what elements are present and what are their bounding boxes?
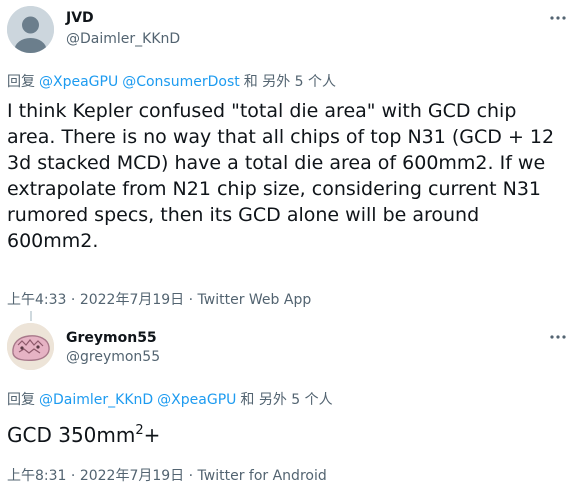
meta-separator: · <box>188 292 194 308</box>
tweet-time[interactable]: 上午8:31 <box>7 468 66 484</box>
meta-separator: · <box>188 468 194 484</box>
reply-prefix: 回复 <box>7 74 35 90</box>
more-horizontal-icon <box>550 335 566 339</box>
tweet-1: JVD @Daimler_KKnD 回复 @XpeaGPU @ConsumerDos… <box>0 0 576 321</box>
tweet-meta: 上午4:33 · 2022年7月19日 · Twitter Web App <box>7 289 311 309</box>
tweet-source[interactable]: Twitter for Android <box>198 468 327 484</box>
tweet-2: Greymon55 @greymon55 回复 @Daimler_KKnD @Xpe… <box>0 318 576 490</box>
tweet-text: GCD 350mm2+ <box>7 422 569 448</box>
reply-prefix: 回复 <box>7 392 35 408</box>
mention-link[interactable]: @Daimler_KKnD <box>39 392 153 408</box>
more-horizontal-icon <box>550 16 566 20</box>
author-name[interactable]: Greymon55 <box>66 330 157 346</box>
tweet-date[interactable]: 2022年7月19日 <box>80 292 184 308</box>
tweet-text-main: GCD 350mm <box>7 423 136 447</box>
reply-others[interactable]: 和 另外 5 个人 <box>240 392 332 408</box>
tweet-text: I think Kepler confused "total die area"… <box>7 100 555 252</box>
default-avatar-icon <box>7 6 54 53</box>
tweet-time[interactable]: 上午4:33 <box>7 292 66 308</box>
more-options-button[interactable] <box>548 8 568 28</box>
tweet-date[interactable]: 2022年7月19日 <box>80 468 184 484</box>
mention-link[interactable]: @XpeaGPU <box>157 392 236 408</box>
avatar[interactable] <box>7 323 54 370</box>
tweet-text-end: + <box>143 423 161 447</box>
pink-creature-avatar-icon <box>7 323 54 370</box>
avatar[interactable] <box>7 6 54 53</box>
reply-others[interactable]: 和 另外 5 个人 <box>244 74 336 90</box>
mention-link[interactable]: @ConsumerDost <box>122 74 240 90</box>
mention-link[interactable]: @XpeaGPU <box>39 74 118 90</box>
meta-separator: · <box>70 468 76 484</box>
reply-context: 回复 @XpeaGPU @ConsumerDost 和 另外 5 个人 <box>7 71 340 91</box>
reply-context: 回复 @Daimler_KKnD @XpeaGPU 和 另外 5 个人 <box>7 389 337 409</box>
author-handle[interactable]: @Daimler_KKnD <box>66 31 180 47</box>
author-handle[interactable]: @greymon55 <box>66 349 160 365</box>
meta-separator: · <box>70 292 76 308</box>
author-name[interactable]: JVD <box>66 10 94 26</box>
more-options-button[interactable] <box>548 327 568 347</box>
tweet-source[interactable]: Twitter Web App <box>198 292 312 308</box>
tweet-meta: 上午8:31 · 2022年7月19日 · Twitter for Androi… <box>7 465 327 485</box>
tweet-text-superscript: 2 <box>135 423 144 438</box>
